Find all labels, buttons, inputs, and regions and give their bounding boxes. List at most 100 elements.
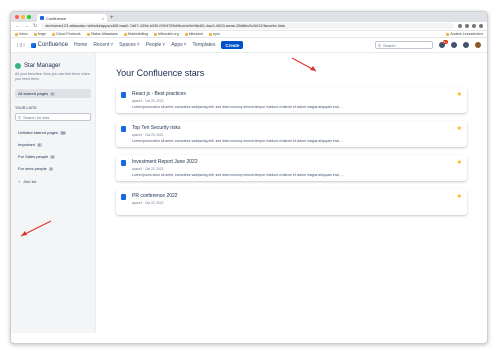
confluence-favicon-icon bbox=[40, 16, 44, 20]
card-meta: space1 · Oct 22, 2022 bbox=[132, 201, 164, 205]
starred-page-card[interactable]: Top Ten Security risks space1 · Oct 23, 2… bbox=[116, 121, 467, 147]
notifications-icon[interactable]: 9+ bbox=[439, 40, 448, 48]
bookmark-item[interactable]: Inbox bbox=[15, 32, 28, 36]
star-icon[interactable]: ★ bbox=[457, 159, 462, 166]
folder-icon bbox=[52, 32, 55, 36]
sidebar-item-all-starred[interactable]: All starred pages 4 bbox=[15, 89, 91, 98]
main-area: Your Confluence stars React js - Best pr… bbox=[96, 53, 487, 333]
nav-label: Recent bbox=[93, 42, 110, 48]
folder-icon bbox=[154, 32, 158, 36]
nav-spaces[interactable]: Spaces ˅ bbox=[119, 42, 140, 48]
extension-icon[interactable] bbox=[472, 24, 476, 28]
bookmark-item[interactable]: Cloud Products bbox=[52, 32, 81, 36]
close-tab-icon[interactable]: × bbox=[102, 16, 104, 21]
other-bookmarks[interactable]: Andere Lesezeichen bbox=[446, 32, 483, 36]
lists-heading: YOUR LISTS bbox=[15, 106, 37, 110]
nav-recent[interactable]: Recent ˅ bbox=[93, 42, 113, 48]
create-button[interactable]: Create bbox=[221, 41, 244, 49]
bookmark-item[interactable]: npm bbox=[209, 32, 220, 36]
folder-icon bbox=[15, 32, 18, 36]
avatar[interactable] bbox=[475, 42, 481, 48]
list-label: For devs people bbox=[18, 166, 47, 171]
card-title[interactable]: React js - Best practices bbox=[132, 91, 462, 97]
bookmark-item[interactable]: bitbucket.org bbox=[154, 32, 179, 36]
extension-icon[interactable] bbox=[458, 24, 462, 28]
search-icon: ⚲ bbox=[378, 42, 381, 48]
browser-tab[interactable]: Confluence × bbox=[37, 14, 107, 22]
page-title: Your Confluence stars bbox=[116, 68, 205, 78]
profile-icon[interactable] bbox=[479, 24, 483, 28]
settings-icon[interactable] bbox=[463, 42, 469, 48]
star-icon[interactable]: ★ bbox=[457, 125, 462, 132]
confluence-logo-icon bbox=[30, 42, 36, 48]
search-input[interactable]: ⚲ Search bbox=[375, 41, 433, 49]
url-field[interactable]: devhome123.atlassian.net/wiki/apps/c80f-… bbox=[41, 23, 454, 29]
confluence-header: ∷∷ Confluence Home Recent ˅ Spaces ˅ People ˅ A… bbox=[11, 38, 487, 53]
search-icon: ⚲ bbox=[18, 114, 21, 120]
folder-icon bbox=[123, 32, 127, 36]
list-search-input[interactable]: ⚲ Search for lists bbox=[15, 113, 91, 121]
starred-page-card[interactable]: Investment Report June 2022 space1 · Oct … bbox=[116, 155, 467, 181]
bookmark-item[interactable]: forge bbox=[33, 32, 46, 36]
star-manager-logo-icon bbox=[15, 63, 21, 69]
folder-icon bbox=[86, 32, 90, 36]
search-placeholder: Search bbox=[382, 42, 396, 48]
bookmark-label: Inbox bbox=[19, 32, 28, 36]
help-icon[interactable] bbox=[451, 42, 457, 48]
card-meta: space1 · Oct 22, 2022 bbox=[132, 167, 164, 171]
add-list-label: Add list bbox=[23, 179, 37, 184]
nav-label: Home bbox=[74, 42, 88, 48]
app-switcher-icon[interactable]: ∷∷ bbox=[17, 42, 25, 49]
card-title[interactable]: Investment Report June 2022 bbox=[132, 159, 462, 165]
star-icon[interactable]: ★ bbox=[457, 193, 462, 200]
card-meta: space1 · Oct 23, 2022 bbox=[132, 133, 164, 137]
address-bar-row: ← → ↻ devhome123.atlassian.net/wiki/apps… bbox=[11, 22, 487, 31]
chevron-down-icon: ˅ bbox=[183, 42, 187, 48]
starred-page-card[interactable]: PR conference 2022 space1 · Oct 22, 2022 ★ bbox=[116, 189, 467, 215]
card-title[interactable]: PR conference 2022 bbox=[132, 193, 462, 199]
extensions bbox=[458, 24, 483, 28]
nav-label: People bbox=[145, 42, 162, 48]
count-badge: 46 bbox=[60, 130, 67, 135]
folder-icon bbox=[209, 32, 213, 36]
nav-apps[interactable]: Apps ˅ bbox=[171, 42, 186, 48]
nav-home[interactable]: Home bbox=[74, 42, 87, 48]
bookmarks-bar: Inbox forge Cloud Products Status Atlassian… bbox=[11, 31, 487, 38]
starred-page-card[interactable]: React js - Best practices space1 · Oct 23… bbox=[116, 87, 467, 113]
sidebar-list-item[interactable]: For devs people 2 bbox=[15, 164, 91, 173]
list-search-placeholder: Search for lists bbox=[22, 114, 50, 120]
nav-label: Templates bbox=[192, 42, 216, 48]
close-window-dot[interactable] bbox=[15, 15, 19, 19]
reload-icon[interactable]: ↻ bbox=[33, 22, 37, 31]
bookmark-item[interactable]: Status Atlassians bbox=[86, 32, 118, 36]
card-excerpt: Lorem ipsum dolor sit amet, consetetur s… bbox=[132, 105, 344, 109]
sidebar-list-item[interactable]: For Sales people 1 bbox=[15, 152, 91, 161]
minimize-window-dot[interactable] bbox=[21, 15, 25, 19]
sidebar-item-label: All starred pages bbox=[18, 91, 49, 96]
chevron-down-icon: ˅ bbox=[162, 42, 166, 48]
bookmark-item[interactable]: bitbucket bbox=[184, 32, 204, 36]
sidebar-description: All your favorites. Now you can find the… bbox=[15, 72, 90, 81]
plus-icon: + bbox=[18, 179, 21, 184]
forward-icon[interactable]: → bbox=[24, 22, 29, 31]
extension-icon[interactable] bbox=[465, 24, 469, 28]
confluence-logo[interactable]: Confluence bbox=[30, 42, 68, 48]
nav-label: Spaces bbox=[119, 42, 136, 48]
add-list-button[interactable]: + Add list bbox=[15, 176, 91, 187]
back-icon[interactable]: ← bbox=[15, 22, 20, 31]
page-content: Star Manager All your favorites. Now you… bbox=[11, 53, 487, 333]
star-icon[interactable]: ★ bbox=[457, 91, 462, 98]
sidebar-list-item[interactable]: Important 3 bbox=[15, 140, 91, 149]
new-tab-button[interactable]: + bbox=[110, 14, 114, 22]
bookmark-label: bitbucket bbox=[188, 32, 204, 36]
folder-icon bbox=[446, 32, 450, 36]
maximize-window-dot[interactable] bbox=[27, 15, 31, 19]
lists: Unlisted starred pages 46 Important 3 For Sa… bbox=[15, 128, 91, 173]
logo-text: Confluence bbox=[37, 42, 68, 48]
card-title[interactable]: Top Ten Security risks bbox=[132, 125, 462, 131]
nav-people[interactable]: People ˅ bbox=[146, 42, 166, 48]
count-badge: 3 bbox=[36, 142, 42, 147]
sidebar-list-item[interactable]: Unlisted starred pages 46 bbox=[15, 128, 91, 137]
nav-templates[interactable]: Templates bbox=[193, 42, 216, 48]
bookmark-item[interactable]: Marketbilling bbox=[123, 32, 148, 36]
